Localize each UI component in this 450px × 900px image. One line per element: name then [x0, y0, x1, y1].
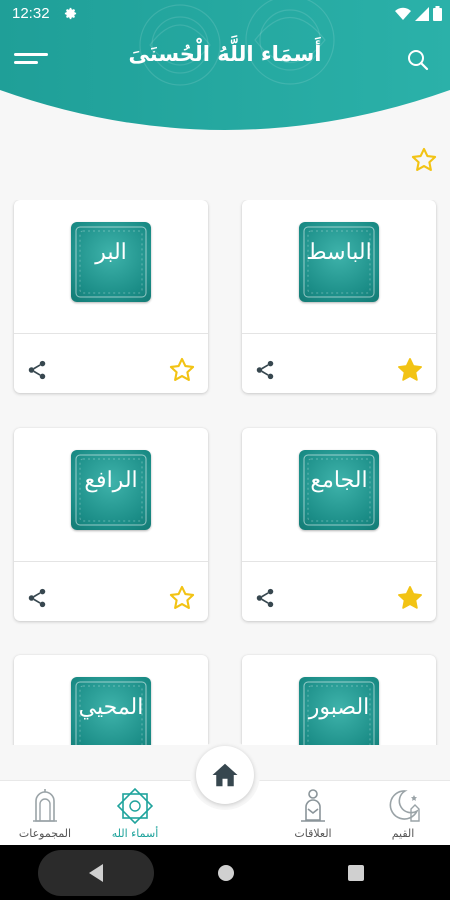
name-card[interactable]: المحيي — [14, 655, 208, 745]
home-circle-icon[interactable] — [216, 863, 236, 883]
name-tile: البر — [71, 222, 151, 302]
name-card[interactable]: الجامع — [242, 428, 436, 621]
name-text: الصبور — [308, 695, 370, 720]
name-card[interactable]: الباسط — [242, 200, 436, 393]
favorite-star-filled-icon[interactable] — [396, 584, 424, 612]
system-icons — [395, 6, 442, 21]
name-text: البر — [95, 240, 127, 265]
name-text: الجامع — [310, 468, 368, 493]
app-header: 12:32 أَسمَاء اللَّهُ الْحُسنَىَ — [0, 0, 450, 160]
recents-icon[interactable] — [347, 864, 365, 882]
battery-icon — [433, 6, 442, 21]
praying-person-icon — [301, 789, 325, 822]
signal-icon — [415, 6, 429, 21]
wifi-icon — [395, 7, 411, 20]
nav-item-names-of-allah[interactable]: أسماء الله — [90, 783, 180, 845]
home-icon — [212, 763, 238, 787]
name-text: الباسط — [306, 240, 372, 265]
page-title: أَسمَاء اللَّهُ الْحُسنَىَ — [128, 42, 322, 66]
nav-label: المجموعات — [18, 827, 72, 840]
favorites-filter-star-icon[interactable] — [410, 146, 438, 174]
nav-item-values[interactable]: القيم — [358, 783, 448, 845]
name-tile: الجامع — [299, 450, 379, 530]
favorite-star-outline-icon[interactable] — [168, 584, 196, 612]
nav-item-groups[interactable]: المجموعات — [0, 783, 90, 845]
system-navigation-bar — [0, 845, 450, 900]
name-tile: الباسط — [299, 222, 379, 302]
name-card[interactable]: البر — [14, 200, 208, 393]
status-time: 12:32 — [12, 5, 50, 22]
search-icon[interactable] — [406, 48, 430, 72]
settings-gear-icon — [64, 7, 77, 20]
name-tile: المحيي — [71, 677, 151, 745]
mosque-door-icon — [33, 789, 57, 822]
name-tile: الرافع — [71, 450, 151, 530]
name-tile: الصبور — [299, 677, 379, 745]
share-icon[interactable] — [254, 586, 276, 610]
nav-label: أسماء الله — [111, 827, 159, 840]
back-icon[interactable] — [86, 862, 106, 884]
nav-label: القيم — [391, 827, 415, 840]
menu-button[interactable] — [14, 50, 48, 70]
names-grid: الباسط البر الجامع الرافع الصبور المحيي — [0, 200, 450, 745]
share-icon[interactable] — [26, 586, 48, 610]
name-text: المحيي — [78, 695, 144, 720]
name-card[interactable]: الصبور — [242, 655, 436, 745]
name-card[interactable]: الرافع — [14, 428, 208, 621]
share-icon[interactable] — [254, 358, 276, 382]
nav-label: العلاقات — [294, 827, 332, 840]
favorite-star-filled-icon[interactable] — [396, 356, 424, 384]
islamic-star-icon — [116, 787, 154, 825]
nav-item-relations[interactable]: العلاقات — [268, 783, 358, 845]
favorite-star-outline-icon[interactable] — [168, 356, 196, 384]
home-button[interactable] — [196, 746, 254, 804]
crescent-mosque-icon — [389, 790, 420, 822]
share-icon[interactable] — [26, 358, 48, 382]
status-bar: 12:32 — [0, 0, 450, 28]
name-text: الرافع — [84, 468, 138, 493]
